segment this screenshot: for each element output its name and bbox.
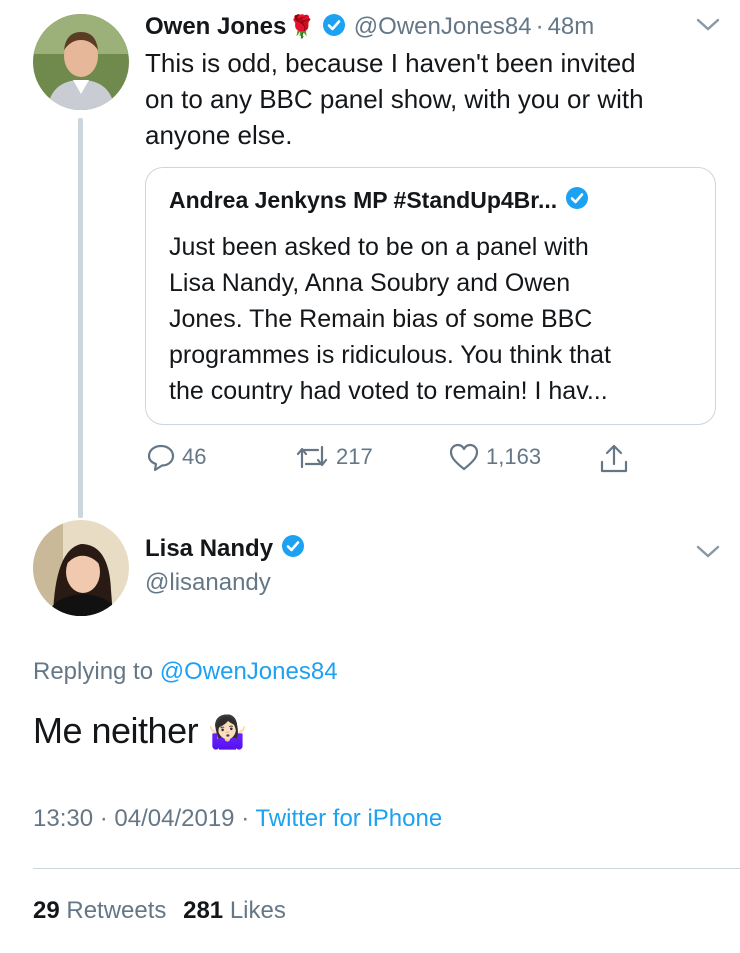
chevron-down-icon[interactable] [695,16,721,39]
share-icon [600,444,628,473]
quoted-text: Just been asked to be on a panel with Li… [169,229,709,409]
replying-to-handle[interactable]: @OwenJones84 [160,658,338,685]
quoted-text-line: Jones. The Remain bias of some BBC [169,305,593,333]
likes-stat[interactable]: 281 Likes [183,897,286,924]
divider [33,868,740,869]
tweet-date: 04/04/2019 [114,805,235,832]
reply-button[interactable]: 46 [146,442,206,472]
like-count: 1,163 [486,444,542,469]
tweet-meta: 13:30 · 04/04/2019 · Twitter for iPhone [33,805,442,833]
tweet-text: This is odd, because I haven't been invi… [145,45,715,153]
reply-count: 46 [182,444,207,469]
author-name[interactable]: Owen Jones [145,13,286,41]
likes-count: 281 [183,897,224,924]
main-tweet-text: Me neither 🤷🏻‍♀️ [33,710,247,752]
retweet-button[interactable]: 217 [294,442,373,472]
share-button[interactable] [597,442,631,476]
replying-prefix: Replying to [33,658,154,685]
author-handle[interactable]: @OwenJones84 [354,13,532,41]
quoted-text-line: Lisa Nandy, Anna Soubry and Owen [169,269,571,297]
shrug-emoji: 🤷🏻‍♀️ [207,714,248,750]
likes-label: Likes [229,897,286,924]
main-author-row: Lisa Nandy [145,534,305,563]
replying-to: Replying to @OwenJones84 [33,658,338,686]
tweet-text-line: anyone else. [145,120,293,150]
chevron-down-icon[interactable] [695,543,721,566]
verified-badge-icon [322,13,346,42]
retweet-icon [296,445,328,469]
avatar-lisa-nandy[interactable] [33,520,129,616]
author-name[interactable]: Lisa Nandy [145,535,273,563]
heart-icon [449,443,479,471]
tweet-time: 13:30 [33,805,94,832]
rose-emoji: 🌹 [288,14,316,39]
tweet-text-line: This is odd, because I haven't been invi… [145,48,636,78]
like-button[interactable]: 1,163 [448,442,541,472]
retweets-label: Retweets [66,897,167,924]
quoted-author-name: Andrea Jenkyns MP #StandUp4Br... [169,187,558,213]
meta-separator: · [241,805,250,832]
verified-badge-icon [281,534,305,563]
quoted-text-line: the country had voted to remain! I hav..… [169,377,608,405]
thread-connector-line [78,118,83,518]
verified-badge-icon [565,186,589,215]
quoted-header: Andrea Jenkyns MP #StandUp4Br... [169,186,589,215]
reply-icon [147,444,175,472]
meta-separator: · [99,805,108,832]
tweet-header: Owen Jones 🌹 @OwenJones84 · 48m [145,10,594,44]
author-handle[interactable]: @lisanandy [145,569,271,597]
retweet-count: 217 [336,444,373,469]
retweets-stat[interactable]: 29 Retweets [33,897,173,924]
avatar-owen-jones[interactable] [33,14,129,110]
time-separator: · [535,13,544,40]
tweet-source-link[interactable]: Twitter for iPhone [255,805,442,832]
quoted-text-line: programmes is ridiculous. You think that [169,341,611,369]
quoted-tweet-card[interactable]: Andrea Jenkyns MP #StandUp4Br... Just be… [145,167,716,425]
quoted-text-line: Just been asked to be on a panel with [169,233,589,261]
retweets-count: 29 [33,897,60,924]
tweet-stats: 29 Retweets 281 Likes [33,897,286,925]
tweet-text-line: on to any BBC panel show, with you or wi… [145,84,644,114]
tweet-time[interactable]: 48m [548,13,595,41]
tweet-body: Me neither [33,710,199,751]
